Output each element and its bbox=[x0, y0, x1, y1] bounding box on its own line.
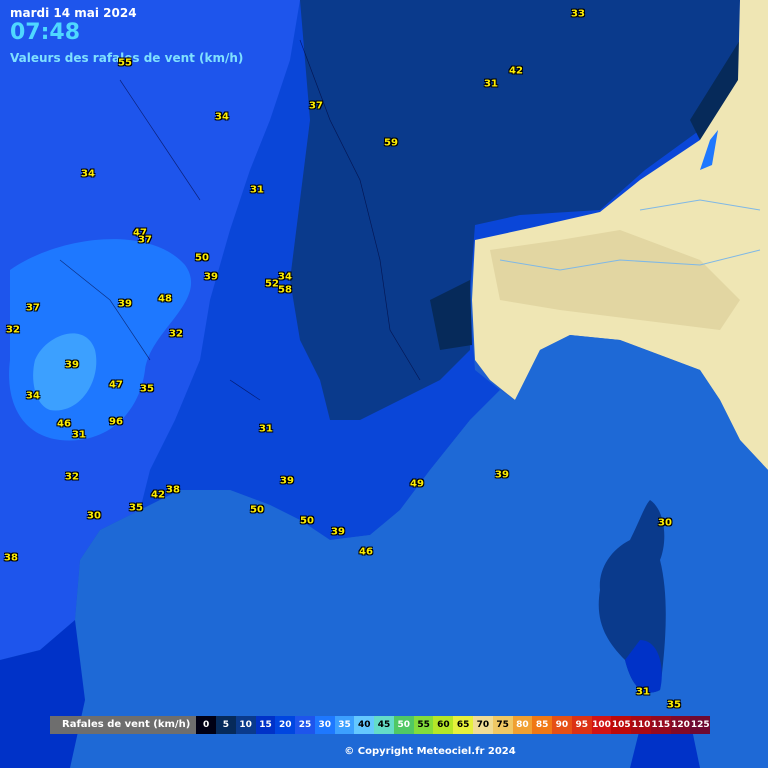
station-value: 32 bbox=[169, 328, 183, 340]
legend-swatch: 35 bbox=[334, 716, 355, 734]
station-value: 35 bbox=[667, 699, 681, 711]
station-value: 39 bbox=[495, 469, 509, 481]
legend-swatch: 110 bbox=[631, 716, 651, 734]
station-value: 31 bbox=[250, 184, 264, 196]
legend-swatch: 20 bbox=[275, 716, 296, 734]
station-value: 38 bbox=[166, 484, 180, 496]
station-value: 96 bbox=[109, 416, 123, 428]
station-value: 52 bbox=[265, 278, 279, 290]
station-value: 33 bbox=[571, 8, 585, 20]
legend-swatch: 15 bbox=[255, 716, 276, 734]
station-value: 50 bbox=[250, 504, 264, 516]
station-value: 31 bbox=[484, 78, 498, 90]
station-value: 35 bbox=[140, 383, 154, 395]
station-value: 37 bbox=[138, 234, 152, 246]
station-value: 34 bbox=[81, 168, 95, 180]
station-value: 34 bbox=[26, 390, 40, 402]
station-value: 37 bbox=[309, 100, 323, 112]
legend-swatch: 25 bbox=[295, 716, 315, 734]
legend-title: Rafales de vent (km/h) bbox=[62, 719, 191, 730]
legend-swatch: 100 bbox=[591, 716, 612, 734]
legend-swatch: 10 bbox=[235, 716, 256, 734]
station-value: 47 bbox=[109, 379, 123, 391]
legend-swatch: 70 bbox=[473, 716, 493, 734]
station-value: 50 bbox=[195, 252, 209, 264]
legend-swatch: 65 bbox=[453, 716, 473, 734]
legend-swatch: 30 bbox=[314, 716, 335, 734]
legend-swatch: 75 bbox=[492, 716, 513, 734]
station-value: 49 bbox=[410, 478, 424, 490]
legend-swatch: 40 bbox=[354, 716, 375, 734]
header-date: mardi 14 mai 2024 bbox=[10, 6, 137, 20]
station-value: 48 bbox=[158, 293, 172, 305]
station-value: 31 bbox=[259, 423, 273, 435]
legend-swatch: 80 bbox=[512, 716, 533, 734]
legend-swatch: 120 bbox=[670, 716, 691, 734]
legend-swatch: 115 bbox=[650, 716, 671, 734]
station-value: 31 bbox=[72, 429, 86, 441]
legend-swatch: 50 bbox=[393, 716, 414, 734]
station-value: 31 bbox=[636, 686, 650, 698]
station-value: 58 bbox=[278, 284, 292, 296]
station-value: 37 bbox=[26, 302, 40, 314]
station-value: 39 bbox=[280, 475, 294, 487]
station-value: 30 bbox=[658, 517, 672, 529]
station-value: 39 bbox=[118, 298, 132, 310]
station-value: 42 bbox=[509, 65, 523, 77]
legend-swatches: 0 5 10 15 20 25 30 35 40 45 50 55 60 65 70 75 80 85 90 95 10… bbox=[196, 716, 711, 734]
legend-swatch: 90 bbox=[552, 716, 572, 734]
station-value: 59 bbox=[384, 137, 398, 149]
legend-swatch: 45 bbox=[374, 716, 394, 734]
header-time: 07:48 bbox=[10, 20, 81, 45]
station-value: 39 bbox=[204, 271, 218, 283]
station-value: 34 bbox=[278, 271, 292, 283]
station-value: 39 bbox=[65, 359, 79, 371]
legend-swatch: 55 bbox=[413, 716, 434, 734]
station-value: 35 bbox=[129, 502, 143, 514]
station-value: 30 bbox=[87, 510, 101, 522]
legend-swatch: 125 bbox=[690, 716, 711, 734]
station-value: 32 bbox=[6, 324, 20, 336]
copyright-text: © Copyright Meteociel.fr 2024 bbox=[344, 746, 516, 757]
legend-swatch: 5 bbox=[216, 716, 236, 734]
station-value: 34 bbox=[215, 111, 229, 123]
station-value: 55 bbox=[118, 57, 132, 69]
station-value: 32 bbox=[65, 471, 79, 483]
legend-swatch: 85 bbox=[532, 716, 553, 734]
station-value: 42 bbox=[151, 489, 165, 501]
legend-swatch: 95 bbox=[571, 716, 592, 734]
station-value: 39 bbox=[331, 526, 345, 538]
station-value: 46 bbox=[57, 418, 71, 430]
station-value: 50 bbox=[300, 515, 314, 527]
color-legend: Rafales de vent (km/h) 0 5 10 15 20 25 30 35 40 4… bbox=[50, 716, 711, 734]
station-value: 38 bbox=[4, 552, 18, 564]
legend-swatch: 0 bbox=[196, 716, 217, 734]
legend-swatch: 105 bbox=[611, 716, 632, 734]
station-value: 46 bbox=[359, 546, 373, 558]
legend-swatch: 60 bbox=[433, 716, 454, 734]
